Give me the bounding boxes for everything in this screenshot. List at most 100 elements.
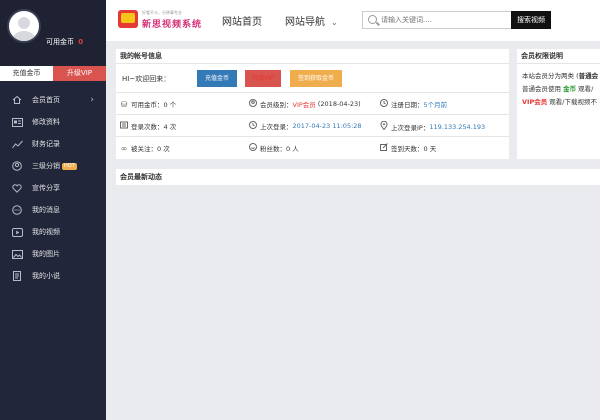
member-rights-panel: 会员权限说明 本站会员分为两类 (普通会 普通会员使用 金币 观看/ VIP会员… [517,49,600,159]
sidebar-item-label: 会员首页 [32,96,60,104]
sidebar: 可用金币 0 充值金币 升级VIP 会员首页 › 修改资料 财务记录 三级分销 … [0,0,106,420]
sidebar-item-label: 我的视频 [32,228,60,236]
member-level-info: 会员级别： VIP会员 (2018-04-23) [249,99,361,109]
coin-icon: ⛁ [120,99,128,109]
upgrade-vip-button[interactable]: 升级VIP [53,66,106,81]
edit-icon [380,143,388,153]
sidebar-menu: 会员首页 › 修改资料 财务记录 三级分销 HOT 宣传分享 我的消息 我的视频… [0,89,106,287]
sidebar-item-label: 宣传分享 [32,184,60,192]
signin-days-value: 0 天 [423,145,437,153]
welcome-row: HI~欢迎回来： 充值金币 升级VIP 签到获取金币 [116,64,509,93]
site-logo[interactable]: 好看不卡，分钟事专业 新思视频系统 [118,9,208,31]
sidebar-item-label: 三级分销 [32,162,60,170]
sidebar-item-label: 我的小说 [32,272,60,280]
sidebar-item-label: 我的图片 [32,250,60,258]
sidebar-actions: 充值金币 升级VIP [0,66,106,81]
avatar[interactable] [7,9,41,43]
sidebar-item-edit-profile[interactable]: 修改资料 [0,111,106,133]
signin-coins-button[interactable]: 签到获取金币 [290,70,342,87]
followed-label: 被关注： [131,145,157,153]
trend-icon [11,139,23,149]
login-count-value: 4 次 [163,123,177,131]
followed-value: 0 次 [157,145,170,153]
rights-line-3: VIP会员 观看/下载视频不 [522,96,597,109]
sidebar-item-messages[interactable]: 我的消息 [0,199,106,221]
coins-balance: 可用金币 0 [46,37,83,47]
user-circle-icon [11,161,23,171]
member-level-label: 会员级别： [260,101,293,109]
info-row: 登录次数： 4 次 上次登录： 2017-04-23 11:05:28 上次登录IP… [116,115,509,137]
sidebar-item-member-home[interactable]: 会员首页 › [0,89,106,111]
coins-label: 可用金币 [46,38,74,46]
tv-logo-icon [118,10,138,28]
register-date-label: 注册日期： [391,101,424,109]
sidebar-item-images[interactable]: 我的图片 [0,243,106,265]
chevron-right-icon: › [90,95,94,105]
profile-card: 可用金币 0 [0,0,106,66]
sidebar-item-label: 财务记录 [32,140,60,148]
sidebar-item-label: 修改资料 [32,118,60,126]
search-input[interactable] [381,14,509,26]
last-login-info: 上次登录： 2017-04-23 11:05:28 [249,121,362,131]
follow-icon: ∞ [120,143,128,153]
nav-home-link[interactable]: 网站首页 [222,13,262,28]
recharge-coins-button[interactable]: 充值金币 [197,70,237,87]
sidebar-item-distribution[interactable]: 三级分销 HOT [0,155,106,177]
logo-name: 新思视频系统 [142,20,203,30]
register-date-value: 5个月前 [423,101,448,109]
home-icon [11,95,23,105]
account-info-panel: 我的帐号信息 HI~欢迎回来： 充值金币 升级VIP 签到获取金币 ⛁ 可用金币… [116,49,509,159]
heart-icon [11,183,23,193]
rights-line-1: 本站会员分为两类 (普通会 [522,70,598,83]
last-login-label: 上次登录： [260,123,293,131]
rights-line-2: 普通会员使用 金币 观看/ [522,83,595,96]
sidebar-item-label: 我的消息 [32,206,60,214]
followed-info: ∞ 被关注： 0 次 [120,143,170,154]
sidebar-item-videos[interactable]: 我的视频 [0,221,106,243]
image-icon [11,249,23,259]
account-info-title: 我的帐号信息 [116,49,509,64]
rights-line-2-b: 金币 [563,85,577,93]
member-level-date: (2018-04-23) [317,100,361,108]
signin-days-label: 签到天数： [391,145,424,153]
last-ip-label: 上次登录IP： [391,123,430,132]
location-pin-icon [380,120,388,132]
coins-info: ⛁ 可用金币： 0 个 [120,99,177,110]
sidebar-item-share[interactable]: 宣传分享 [0,177,106,199]
last-ip-info: 上次登录IP： 119.133.254.193 [380,120,485,132]
top-bar: 好看不卡，分钟事专业 新思视频系统 网站首页 网站导航 ⌄ 搜索视频 [106,0,600,41]
rights-line-3-b: 观看/下载视频不 [547,98,597,106]
coins-info-value: 0 个 [163,101,177,109]
rights-line-3-a: VIP会员 [522,98,548,106]
smile-icon [249,143,257,153]
clock-icon [249,121,257,131]
fans-info: 粉丝数： 0 人 [249,143,299,153]
recharge-button[interactable]: 充值金币 [0,66,53,81]
user-icon [249,99,257,109]
search-box [362,11,512,29]
rights-line-1-a: 本站会员分为两类 ( [522,72,579,80]
signin-days-info: 签到天数： 0 天 [380,143,436,153]
search-video-button[interactable]: 搜索视频 [511,11,551,29]
message-icon [11,205,23,215]
book-icon [11,271,23,281]
upgrade-vip-button[interactable]: 升级VIP [245,70,281,87]
nav-guide-dropdown[interactable]: 网站导航 ⌄ [285,13,338,28]
hot-badge: HOT [62,162,77,170]
member-rights-text: 本站会员分为两类 (普通会 普通会员使用 金币 观看/ VIP会员 观看/下载视… [517,64,600,109]
member-news-panel: 会员最新动态 [116,169,600,185]
rights-line-1-b: 普通会 [578,72,599,80]
register-date-info: 注册日期： 5个月前 [380,99,447,109]
coins-info-label: 可用金币： [131,101,164,109]
sidebar-item-novels[interactable]: 我的小说 [0,265,106,287]
member-level-value: VIP会员 [292,101,316,109]
nav-guide-label: 网站导航 [285,17,325,28]
welcome-text: HI~欢迎回来： [122,75,171,83]
last-login-value: 2017-04-23 11:05:28 [292,122,362,130]
search-icon [368,15,377,24]
clock-icon [380,99,388,109]
coins-value: 0 [78,38,84,46]
sidebar-item-finance[interactable]: 财务记录 [0,133,106,155]
info-row: ∞ 被关注： 0 次 粉丝数： 0 人 签到天数： 0 天 [116,137,509,159]
logo-tagline: 好看不卡，分钟事专业 [142,10,182,15]
